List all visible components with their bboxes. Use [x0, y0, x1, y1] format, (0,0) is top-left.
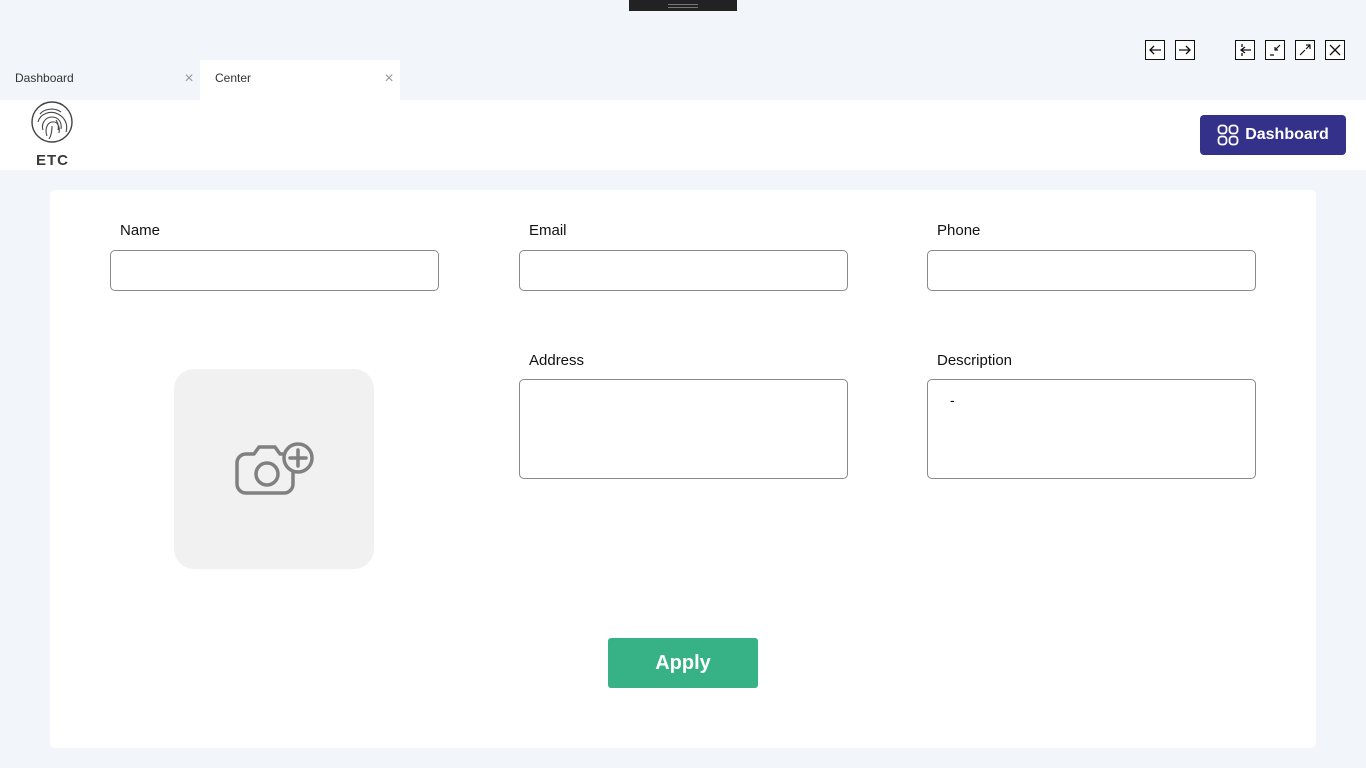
window-drag-handle[interactable] — [629, 0, 737, 11]
address-field[interactable] — [519, 379, 848, 479]
tab-close-icon[interactable]: × — [382, 71, 396, 87]
phone-label: Phone — [937, 222, 981, 239]
tab-center[interactable]: Center × — [200, 60, 400, 100]
arrow-left-icon[interactable] — [1145, 40, 1165, 60]
tab-dashboard[interactable]: Dashboard × — [0, 60, 200, 100]
form-card: Name Email Phone Address Description - A… — [50, 190, 1316, 748]
name-field[interactable] — [110, 250, 439, 291]
logo-text: ETC — [36, 152, 69, 169]
restore-icon[interactable] — [1265, 40, 1285, 60]
globe-fingerprint-icon — [31, 101, 73, 143]
arrow-right-icon[interactable] — [1175, 40, 1195, 60]
maximize-icon[interactable] — [1295, 40, 1315, 60]
dashboard-button-label: Dashboard — [1245, 126, 1329, 143]
phone-field[interactable] — [927, 250, 1256, 291]
email-label: Email — [529, 222, 567, 239]
camera-add-icon — [235, 442, 314, 495]
address-label: Address — [529, 352, 585, 369]
tab-close-icon[interactable]: × — [182, 71, 196, 87]
logo: ETC — [30, 100, 76, 170]
sign-in-icon[interactable] — [1235, 40, 1255, 60]
close-icon[interactable] — [1325, 40, 1345, 60]
photo-upload[interactable] — [174, 369, 374, 569]
description-label: Description — [937, 352, 1013, 369]
tab-bar: Dashboard × Center × — [0, 60, 400, 100]
tab-label: Center — [215, 71, 252, 85]
tab-label: Dashboard — [15, 71, 74, 85]
email-field[interactable] — [519, 250, 848, 291]
dashboard-button[interactable]: Dashboard — [1200, 115, 1346, 155]
grid-icon — [1217, 124, 1239, 146]
name-label: Name — [120, 222, 161, 239]
app-header: ETC Dashboard — [0, 100, 1366, 170]
apply-button[interactable]: Apply — [608, 638, 758, 688]
window-controls — [0, 40, 1366, 60]
description-field[interactable]: - — [927, 379, 1256, 479]
